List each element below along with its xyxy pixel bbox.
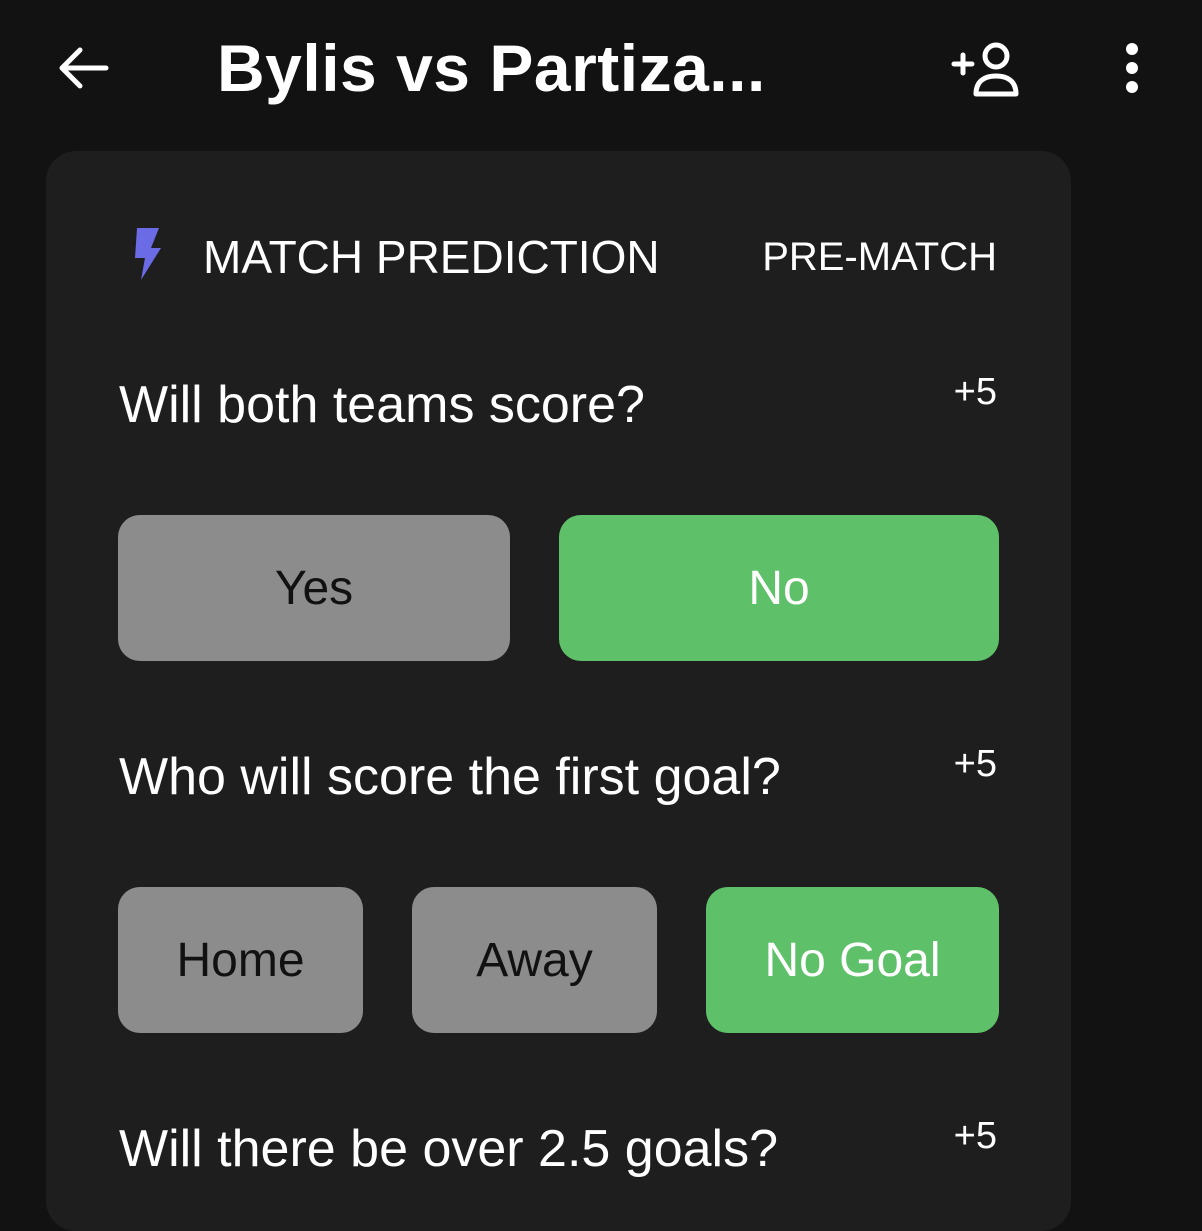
arrow-left-icon — [59, 47, 109, 89]
more-options-button[interactable] — [1108, 36, 1156, 100]
add-person-icon — [951, 42, 1019, 97]
more-vertical-icon — [1126, 43, 1138, 93]
option-yes-button[interactable]: Yes — [118, 515, 510, 661]
question-first-goal: Who will score the first goal? — [119, 748, 781, 806]
top-app-bar: Bylis vs Partiza... — [0, 0, 1202, 140]
lightning-bolt-icon — [135, 228, 161, 280]
option-no-goal-button[interactable]: No Goal — [706, 887, 999, 1033]
section-title: MATCH PREDICTION — [203, 231, 660, 283]
question-both-teams-score: Will both teams score? — [119, 376, 645, 434]
option-home-button[interactable]: Home — [118, 887, 363, 1033]
question-points: +5 — [953, 1115, 997, 1157]
question-points: +5 — [953, 371, 997, 413]
page-title: Bylis vs Partiza... — [217, 31, 766, 105]
add-user-button[interactable] — [948, 34, 1028, 104]
prediction-card — [46, 151, 1071, 1231]
option-no-button[interactable]: No — [559, 515, 999, 661]
question-points: +5 — [953, 743, 997, 785]
question-over-2-5-goals: Will there be over 2.5 goals? — [119, 1120, 779, 1178]
option-away-button[interactable]: Away — [412, 887, 657, 1033]
pre-match-tag: PRE-MATCH — [762, 235, 997, 279]
back-button[interactable] — [50, 36, 114, 100]
